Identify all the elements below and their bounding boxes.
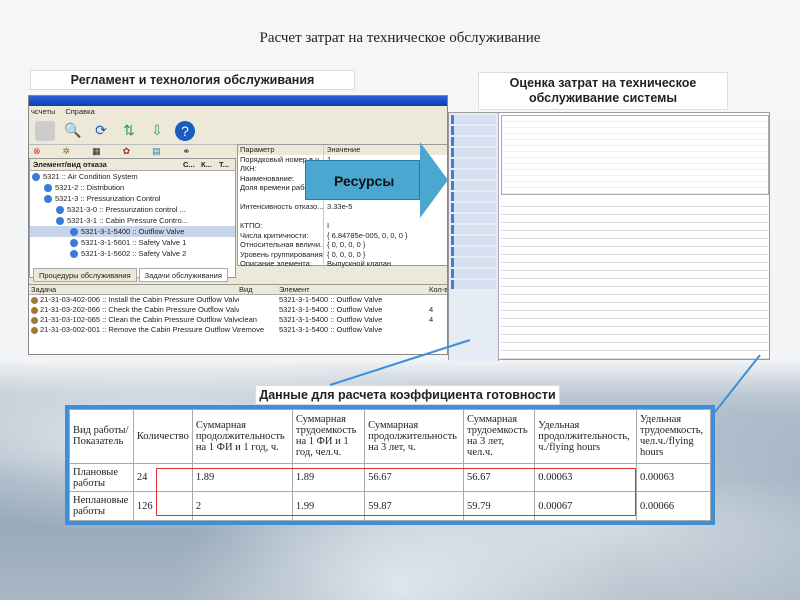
table-cell: Плановые работы	[69, 462, 134, 493]
header-cell: Количество	[132, 409, 193, 464]
highlight-box	[156, 468, 636, 516]
header-cell: Удельная трудоемкость, чел.ч./flying hou…	[635, 409, 712, 464]
header-cell: Удельная продолжительность, ч./flying ho…	[534, 409, 637, 464]
connector-line	[714, 354, 761, 413]
header-cell: Суммарная трудоемкость на 1 ФИ и 1 год, …	[291, 409, 366, 464]
header-cell: Суммарная трудоемкость на 3 лет, чел.ч.	[463, 409, 536, 464]
header-cell: Суммарная продолжительность на 3 лет, ч.	[364, 409, 465, 464]
header-cell: Суммарная продолжительность на 1 ФИ и 1 …	[191, 409, 293, 464]
table-cell: Неплановые работы	[69, 491, 134, 521]
table-header-row: Вид работы/Показатель Количество Суммарная…	[69, 409, 712, 464]
header-cell: Вид работы/Показатель	[69, 409, 134, 464]
table-cell: 0.00066	[635, 491, 712, 521]
table-cell: 0.00063	[635, 462, 712, 493]
connector-line	[329, 339, 471, 386]
